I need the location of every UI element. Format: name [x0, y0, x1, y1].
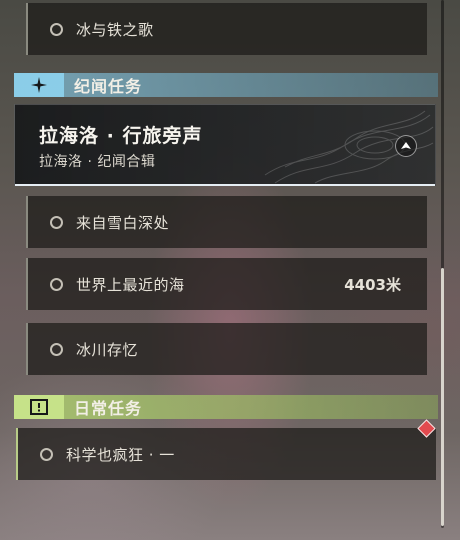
quest-label: 来自雪白深处 [76, 213, 170, 232]
featured-quest-card[interactable]: 拉海洛 · 行旅旁声 拉海洛 · 纪闻合辑 [14, 104, 436, 186]
quest-label: 世界上最近的海 [76, 275, 185, 294]
section-title: 纪闻任务 [74, 77, 143, 96]
navigate-button[interactable] [395, 135, 417, 157]
quest-label: 冰与铁之歌 [76, 20, 154, 39]
section-title: 日常任务 [74, 399, 143, 418]
quest-row-science-madness[interactable]: 科学也疯狂 · 一 [16, 428, 436, 480]
quest-row-nearest-sea[interactable]: 世界上最近的海 4403米 [26, 258, 427, 310]
row-accent-bar [26, 323, 28, 375]
quest-status-circle-icon [40, 447, 53, 461]
featured-quest-subtitle: 拉海洛 · 纪闻合辑 [39, 154, 156, 170]
quest-label: 冰川存忆 [76, 340, 139, 359]
scrollbar-thumb[interactable] [441, 268, 444, 526]
card-highlight-line [15, 184, 435, 186]
quest-label: 科学也疯狂 · 一 [66, 445, 175, 464]
quest-distance: 4403米 [344, 275, 401, 294]
quest-row-from-snow-depths[interactable]: 来自雪白深处 [26, 196, 427, 248]
quest-status-circle-icon [50, 215, 63, 229]
row-accent-bar [26, 196, 28, 248]
section-header-legend-quests: 纪闻任务 [14, 73, 438, 97]
row-accent-bar [16, 428, 18, 480]
row-accent-bar [26, 3, 28, 55]
quest-status-circle-icon [50, 342, 63, 356]
exclamation-box-icon [14, 395, 64, 419]
quest-status-circle-icon [50, 277, 63, 291]
row-accent-bar [26, 258, 28, 310]
section-header-daily-quests: 日常任务 [14, 395, 438, 419]
quest-status-circle-icon [50, 22, 63, 36]
sparkle-star-icon [14, 73, 64, 97]
quest-row-glacier-memory[interactable]: 冰川存忆 [26, 323, 427, 375]
featured-quest-title: 拉海洛 · 行旅旁声 [39, 125, 203, 147]
navigate-arrow-icon [401, 142, 411, 149]
quest-row-ice-and-iron[interactable]: 冰与铁之歌 [26, 3, 427, 55]
